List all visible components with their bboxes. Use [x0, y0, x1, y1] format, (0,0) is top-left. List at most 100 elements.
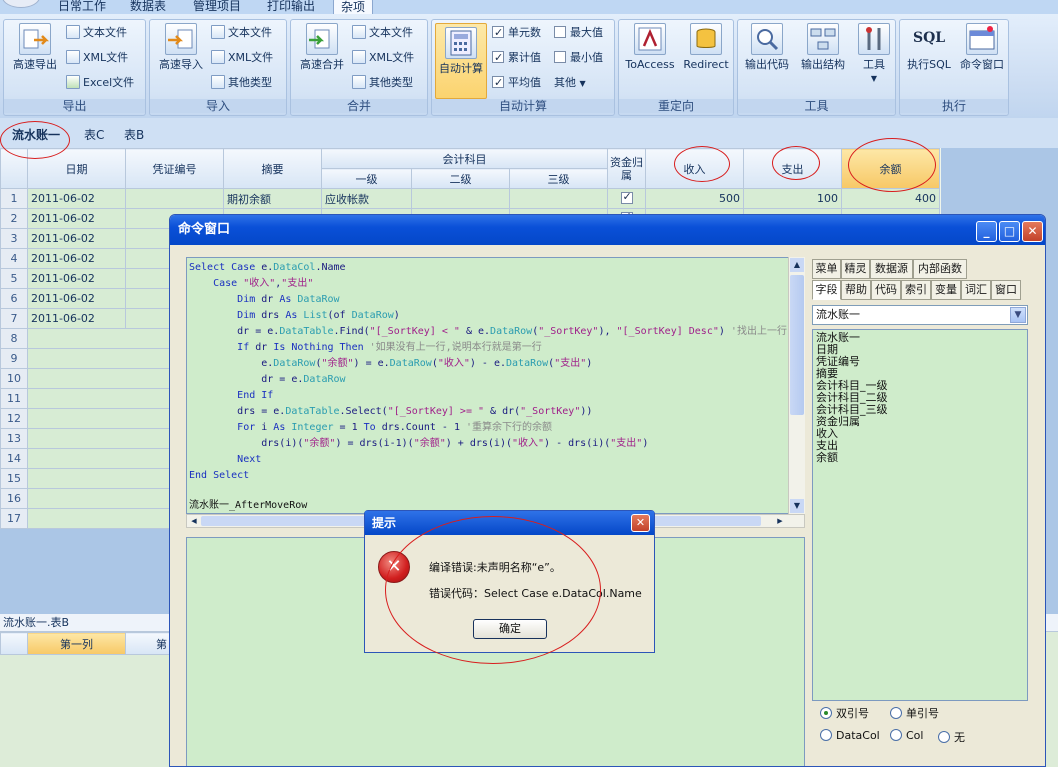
- redirect-button[interactable]: Redirect: [679, 23, 733, 71]
- panel-tab-help[interactable]: 帮助: [841, 280, 871, 300]
- row-number[interactable]: 5: [0, 268, 28, 289]
- row-number[interactable]: 1: [0, 188, 28, 209]
- fast-export-button[interactable]: 高速导出: [7, 23, 63, 71]
- cell-date[interactable]: 2011-06-02: [27, 188, 126, 209]
- fast-merge-button[interactable]: 高速合并: [294, 23, 350, 71]
- row-number[interactable]: 2: [0, 208, 28, 229]
- row-number[interactable]: 3: [0, 228, 28, 249]
- output-structure-button[interactable]: 输出结构: [796, 23, 850, 71]
- row-number[interactable]: 13: [0, 428, 28, 449]
- import-text-file-button[interactable]: 文本文件: [211, 24, 272, 42]
- cell-date[interactable]: 2011-06-02: [27, 228, 126, 249]
- scroll-right-icon[interactable]: ▶: [774, 515, 786, 527]
- panel-tab-variables[interactable]: 变量: [931, 280, 961, 300]
- import-other-type-button[interactable]: 其他类型: [211, 74, 272, 92]
- dialog-close-button[interactable]: ✕: [631, 514, 650, 532]
- other-dropdown[interactable]: 其他 ▼: [554, 74, 586, 92]
- minimize-button[interactable]: _: [976, 221, 997, 242]
- table-select[interactable]: 流水账一 ▼: [812, 305, 1028, 325]
- command-window-button[interactable]: 命令窗口: [956, 23, 1008, 71]
- tab-print-output[interactable]: 打印输出: [266, 0, 316, 14]
- tab-daily-work[interactable]: 日常工作: [58, 0, 106, 14]
- list-item[interactable]: 支出: [816, 440, 1024, 452]
- sheet-tab-table-c[interactable]: 表C: [84, 126, 104, 143]
- panel-tab-builtin-functions[interactable]: 内部函数: [913, 259, 967, 279]
- panel-tab-code[interactable]: 代码: [871, 280, 901, 300]
- radio-datacol[interactable]: DataCol: [820, 729, 880, 742]
- export-xml-file-button[interactable]: XML文件: [66, 49, 128, 67]
- row-number[interactable]: 15: [0, 468, 28, 489]
- chevron-down-icon[interactable]: ▼: [1010, 307, 1026, 323]
- header-second-column[interactable]: 第: [125, 632, 171, 655]
- row-number[interactable]: 14: [0, 448, 28, 469]
- row-number[interactable]: 8: [0, 328, 28, 349]
- list-item[interactable]: 凭证编号: [816, 356, 1024, 368]
- cell-level3[interactable]: [509, 188, 608, 209]
- header-summary[interactable]: 摘要: [223, 148, 322, 189]
- cell-fund[interactable]: [607, 188, 646, 209]
- header-fund[interactable]: 资金归属: [607, 148, 646, 189]
- list-item[interactable]: 收入: [816, 428, 1024, 440]
- panel-tab-vocabulary[interactable]: 词汇: [961, 280, 991, 300]
- code-editor[interactable]: Select Case e.DataCol.Name Case "收入","支出…: [186, 257, 805, 514]
- row-number[interactable]: 17: [0, 508, 28, 529]
- header-account[interactable]: 会计科目: [321, 148, 608, 169]
- scroll-left-icon[interactable]: ◀: [188, 515, 200, 527]
- panel-tab-datasource[interactable]: 数据源: [870, 259, 913, 279]
- execute-sql-button[interactable]: SQL 执行SQL: [902, 23, 956, 71]
- radio-col[interactable]: Col: [890, 729, 923, 742]
- header-level2[interactable]: 二级: [411, 168, 510, 189]
- cell-date[interactable]: 2011-06-02: [27, 268, 126, 289]
- tab-misc[interactable]: 杂项: [333, 0, 373, 14]
- row-number[interactable]: 9: [0, 348, 28, 369]
- cell-summary[interactable]: 期初余额: [223, 188, 322, 209]
- panel-tab-fields[interactable]: 字段: [812, 280, 841, 300]
- row-number[interactable]: 10: [0, 368, 28, 389]
- list-item[interactable]: 流水账一: [816, 332, 1024, 344]
- row-number[interactable]: 6: [0, 288, 28, 309]
- average-checkbox[interactable]: 平均值: [492, 74, 541, 92]
- sheet-tab-table-b[interactable]: 表B: [124, 126, 144, 143]
- radio-single-quote[interactable]: 单引号: [890, 705, 939, 721]
- radio-double-quote[interactable]: 双引号: [820, 705, 869, 721]
- header-level1[interactable]: 一级: [321, 168, 412, 189]
- maximize-button[interactable]: □: [999, 221, 1020, 242]
- panel-tab-wizard[interactable]: 精灵: [841, 259, 870, 279]
- radio-none[interactable]: 无: [938, 729, 965, 745]
- cell-date[interactable]: 2011-06-02: [27, 288, 126, 309]
- cell-expense[interactable]: 100: [743, 188, 842, 209]
- row-number[interactable]: 11: [0, 388, 28, 409]
- header-first-column[interactable]: 第一列: [27, 632, 126, 655]
- row-number[interactable]: 7: [0, 308, 28, 329]
- list-item[interactable]: 资金归属: [816, 416, 1024, 428]
- cell-date[interactable]: 2011-06-02: [27, 308, 126, 329]
- merge-text-file-button[interactable]: 文本文件: [352, 24, 413, 42]
- fast-import-button[interactable]: 高速导入: [153, 23, 209, 71]
- count-checkbox[interactable]: 单元数: [492, 24, 541, 42]
- row-number[interactable]: 4: [0, 248, 28, 269]
- close-button[interactable]: ✕: [1022, 221, 1043, 242]
- panel-tab-window[interactable]: 窗口: [991, 280, 1021, 300]
- export-text-file-button[interactable]: 文本文件: [66, 24, 127, 42]
- row-number[interactable]: 16: [0, 488, 28, 509]
- cell-date[interactable]: 2011-06-02: [27, 248, 126, 269]
- max-checkbox[interactable]: 最大值: [554, 24, 603, 42]
- tools-dropdown-button[interactable]: 工具 ▼: [854, 23, 894, 85]
- cell-income[interactable]: 500: [645, 188, 744, 209]
- scroll-up-icon[interactable]: ▲: [790, 258, 804, 272]
- merge-xml-file-button[interactable]: XML文件: [352, 49, 414, 67]
- tab-manage-project[interactable]: 管理项目: [192, 0, 242, 14]
- merge-other-type-button[interactable]: 其他类型: [352, 74, 413, 92]
- cell-date[interactable]: 2011-06-02: [27, 208, 126, 229]
- auto-calc-button[interactable]: 自动计算: [435, 23, 487, 99]
- export-excel-file-button[interactable]: Excel文件: [66, 74, 134, 92]
- cell-voucher[interactable]: [125, 188, 224, 209]
- to-access-button[interactable]: ToAccess: [621, 23, 679, 71]
- panel-tab-index[interactable]: 索引: [901, 280, 931, 300]
- row-number[interactable]: 12: [0, 408, 28, 429]
- tab-datatable[interactable]: 数据表: [128, 0, 168, 14]
- output-code-button[interactable]: 输出代码: [740, 23, 794, 71]
- panel-tab-menu[interactable]: 菜单: [812, 259, 841, 279]
- header-voucher[interactable]: 凭证编号: [125, 148, 224, 189]
- field-list[interactable]: 流水账一 日期 凭证编号 摘要 会计科目_一级 会计科目_二级 会计科目_三级 …: [812, 329, 1028, 701]
